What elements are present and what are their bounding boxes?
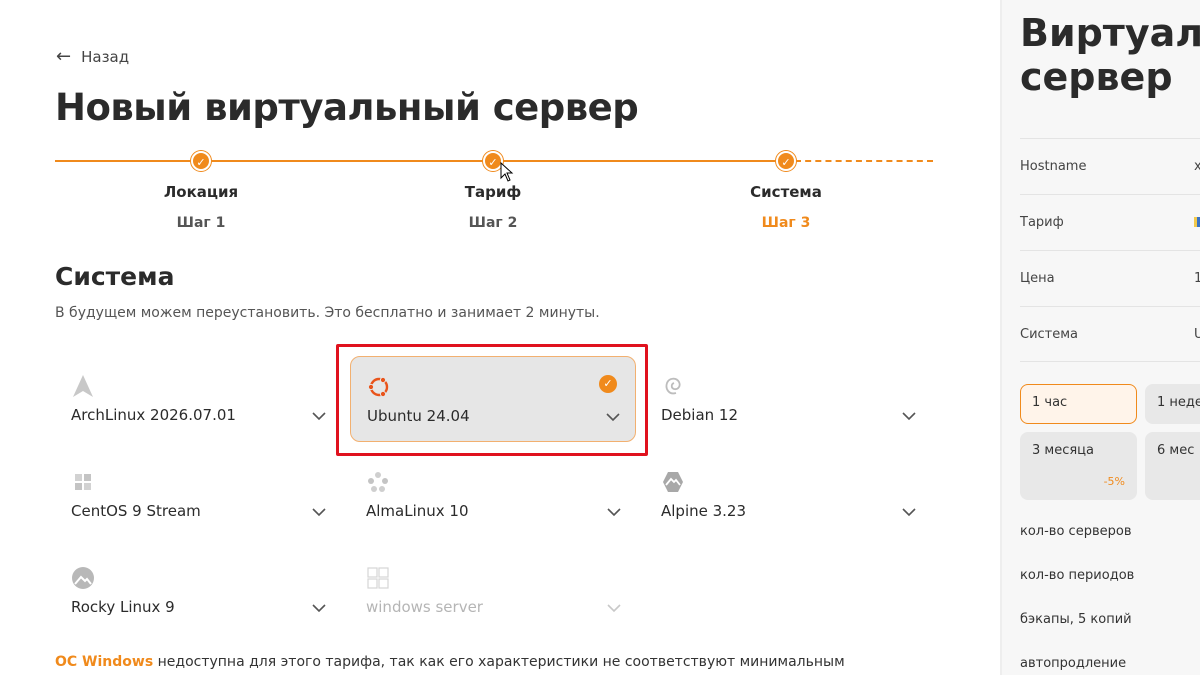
summary-key: Hostname	[1020, 159, 1087, 174]
os-name: Rocky Linux 9	[71, 598, 175, 616]
os-name: Alpine 3.23	[661, 502, 747, 520]
main-content: ← Назад Новый виртуальный сервер ✓ Локац…	[0, 0, 1000, 675]
os-option-centos[interactable]: CentOS 9 Stream	[55, 452, 341, 538]
archlinux-icon	[71, 374, 95, 398]
os-option-windows: windows server	[350, 548, 636, 634]
os-option-archlinux[interactable]: ArchLinux 2026.07.01	[55, 356, 341, 442]
autorenew-label: автопродление	[1020, 656, 1127, 671]
period-1-hour[interactable]: 1 час	[1020, 384, 1137, 424]
summary-key: Система	[1020, 327, 1079, 342]
os-name: windows server	[366, 598, 483, 616]
order-summary-panel: Виртуаль сервер Hostname x Тариф Цена 1 …	[1002, 0, 1200, 675]
os-option-debian[interactable]: Debian 12	[645, 356, 931, 442]
almalinux-icon	[366, 470, 390, 494]
windows-icon	[366, 566, 390, 590]
backups-label: бэкапы, 5 копий	[1020, 612, 1132, 627]
os-name: Ubuntu 24.04	[367, 407, 470, 425]
summary-row-hostname: Hostname x	[1020, 138, 1200, 194]
debian-icon	[661, 374, 685, 398]
discount-badge: -5%	[1103, 475, 1125, 488]
chevron-down-icon[interactable]	[311, 408, 327, 424]
os-option-ubuntu[interactable]: ✓ Ubuntu 24.04	[350, 356, 636, 442]
os-name: ArchLinux 2026.07.01	[71, 406, 236, 424]
period-6-months[interactable]: 6 мес	[1145, 432, 1200, 500]
servers-count-label: кол-во серверов	[1020, 524, 1132, 539]
summary-value: U	[1194, 327, 1200, 342]
section-description: В будущем можем переустановить. Это бесп…	[55, 305, 600, 321]
step-number: Шаг 2	[468, 215, 518, 231]
os-name: Debian 12	[661, 406, 739, 424]
summary-key: Цена	[1020, 271, 1055, 286]
chevron-down-icon	[607, 604, 621, 613]
arrow-left-icon: ←	[56, 46, 72, 67]
chevron-down-icon[interactable]	[311, 600, 327, 616]
step-system[interactable]: ✓ Система Шаг 3	[706, 150, 866, 231]
chevron-down-icon[interactable]	[901, 408, 917, 424]
summary-row-system: Система U	[1020, 306, 1200, 362]
os-option-rocky[interactable]: Rocky Linux 9	[55, 548, 341, 634]
back-label: Назад	[81, 48, 130, 66]
summary-value: x	[1194, 159, 1200, 174]
summary-row-tariff: Тариф	[1020, 194, 1200, 250]
flag-icon	[1194, 217, 1200, 227]
check-icon: ✓	[776, 151, 796, 171]
step-location[interactable]: ✓ Локация Шаг 1	[121, 150, 281, 231]
chevron-down-icon[interactable]	[311, 504, 327, 520]
step-number: Шаг 3	[761, 215, 811, 231]
section-title: Система	[55, 262, 175, 291]
os-option-alpine[interactable]: Alpine 3.23	[645, 452, 931, 538]
summary-key: Тариф	[1020, 215, 1064, 230]
os-name: AlmaLinux 10	[366, 502, 469, 520]
back-link[interactable]: ← Назад	[56, 46, 130, 67]
os-name: CentOS 9 Stream	[71, 502, 201, 520]
mouse-cursor-icon	[500, 162, 514, 182]
selected-check-icon: ✓	[599, 375, 617, 393]
summary-row-price: Цена 1	[1020, 250, 1200, 306]
summary-title: Виртуаль сервер	[1020, 11, 1200, 99]
period-3-months[interactable]: 3 месяца -5%	[1020, 432, 1137, 500]
periods-count-label: кол-во периодов	[1020, 568, 1135, 583]
rocky-icon	[71, 566, 95, 590]
windows-link[interactable]: ОС Windows	[55, 654, 153, 670]
note-text: недоступна для этого тарифа, так как его…	[153, 654, 845, 670]
os-option-almalinux[interactable]: AlmaLinux 10	[350, 452, 636, 538]
chevron-down-icon[interactable]	[605, 409, 621, 425]
page-title: Новый виртуальный сервер	[55, 86, 639, 129]
check-icon: ✓	[191, 151, 211, 171]
alpine-icon	[661, 470, 685, 494]
step-tariff[interactable]: ✓ Тариф Шаг 2	[413, 150, 573, 231]
centos-icon	[71, 470, 95, 494]
chevron-down-icon[interactable]	[606, 504, 622, 520]
windows-note: ОС Windows недоступна для этого тарифа, …	[55, 654, 845, 670]
summary-value: 1	[1194, 271, 1200, 286]
step-name: Тариф	[464, 183, 522, 201]
step-number: Шаг 1	[176, 215, 226, 231]
step-name: Локация	[163, 183, 239, 201]
stepper: ✓ Локация Шаг 1 ✓ Тариф Шаг 2 ✓ Система …	[55, 150, 933, 240]
period-1-week[interactable]: 1 неде	[1145, 384, 1200, 424]
ubuntu-icon	[367, 375, 391, 399]
step-name: Система	[750, 183, 822, 201]
chevron-down-icon[interactable]	[901, 504, 917, 520]
